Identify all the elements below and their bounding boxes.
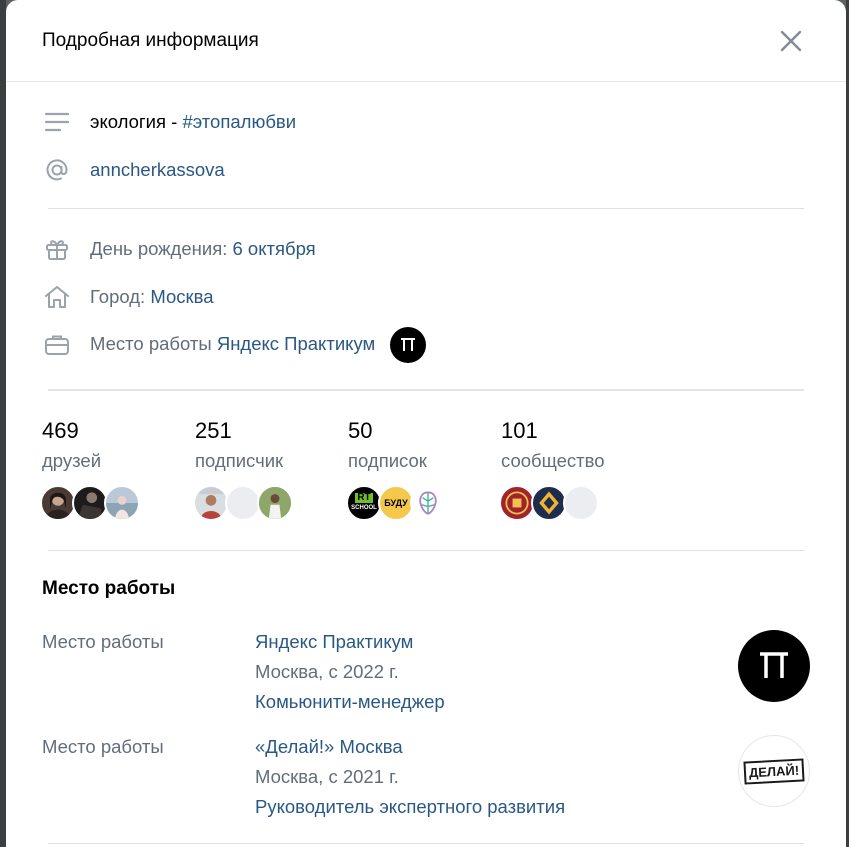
stat-count: 251 (195, 418, 232, 443)
birthday-row: День рождения: 6 октября (42, 234, 316, 264)
divider (48, 389, 804, 391)
status-lines-icon (42, 107, 72, 137)
profile-details-modal: Подробная информация экология - #этопалю… (6, 0, 846, 847)
stat-subscriptions[interactable]: 50 подписок (348, 418, 427, 472)
avatar (72, 485, 108, 521)
job-city-years: Москва, с 2021 г. (255, 766, 399, 787)
close-button[interactable] (778, 28, 804, 54)
status-row: экология - #этопалюбви (42, 107, 296, 137)
job-company-link[interactable]: Яндекс Практикум (255, 627, 445, 657)
city-label: Город: (90, 286, 151, 307)
delay-logo[interactable]: ДЕЛАЙ! (738, 735, 810, 807)
stat-count: 101 (501, 418, 538, 443)
job-details: Яндекс Практикум Москва, с 2022 г. Комью… (255, 627, 445, 717)
city-row: Город: Москва (42, 282, 214, 312)
at-sign-icon (42, 155, 72, 185)
avatar (225, 485, 261, 521)
status-text-plain: экология - (90, 111, 183, 132)
work-text: Место работы Яндекс Практикум (90, 327, 427, 363)
stat-label: сообщество (501, 450, 605, 471)
birthday-text: День рождения: 6 октября (90, 238, 316, 260)
job-position-link[interactable]: Руководитель экспертного развития (255, 792, 565, 822)
modal-header: Подробная информация (6, 0, 846, 82)
work-row: Место работы Яндекс Практикум (42, 327, 427, 363)
avatar (563, 485, 599, 521)
friends-avatars[interactable] (40, 485, 140, 521)
work-section-title: Место работы (42, 578, 176, 599)
nickname-link[interactable]: anncherkassova (90, 159, 225, 181)
yandex-practicum-logo-icon (401, 338, 416, 351)
stat-label: подписок (348, 450, 427, 471)
yandex-practicum-logo-icon (760, 652, 788, 678)
briefcase-icon (42, 330, 72, 360)
rt-school-logo-bottom: SCHOOL (351, 505, 377, 511)
divider (48, 550, 804, 551)
status-text: экология - #этопалюбви (90, 111, 296, 133)
communities-avatars[interactable] (499, 485, 599, 521)
nickname-row: anncherkassova (42, 155, 225, 185)
stat-communities[interactable]: 101 сообщество (501, 418, 605, 472)
home-icon (42, 282, 72, 312)
yandex-practicum-badge[interactable] (390, 327, 427, 363)
divider (48, 208, 804, 209)
close-icon (780, 30, 802, 52)
yandex-practicum-logo[interactable] (738, 630, 810, 702)
job-company-link[interactable]: «Делай!» Москва (255, 732, 565, 762)
avatar-budu: БУДУ (378, 485, 414, 521)
avatar (499, 485, 535, 521)
job-label: Место работы (42, 736, 164, 757)
followers-avatars[interactable] (193, 485, 293, 521)
city-text: Город: Москва (90, 286, 214, 308)
stat-label: подписчик (195, 450, 284, 471)
rt-school-logo-top: RT (355, 492, 373, 503)
stat-count: 50 (348, 418, 373, 443)
avatar-rt-school: RT SCHOOL (346, 485, 382, 521)
birthday-link[interactable]: 6 октября (233, 238, 316, 259)
stat-followers[interactable]: 251 подписчик (195, 418, 283, 472)
delay-logo-text: ДЕЛАЙ! (743, 757, 805, 785)
job-label: Место работы (42, 631, 164, 652)
city-link[interactable]: Москва (150, 286, 213, 307)
avatar (410, 485, 446, 521)
avatar (193, 485, 229, 521)
modal-title: Подробная информация (42, 30, 259, 51)
divider (48, 843, 804, 844)
stat-count: 469 (42, 418, 79, 443)
stat-label: друзей (42, 450, 102, 471)
job-details: «Делай!» Москва Москва, с 2021 г. Руково… (255, 732, 565, 822)
avatar (257, 485, 293, 521)
birthday-label: День рождения: (90, 238, 233, 259)
avatar (40, 485, 76, 521)
work-link[interactable]: Яндекс Практикум (217, 333, 375, 354)
job-city-years: Москва, с 2022 г. (255, 661, 399, 682)
stat-friends[interactable]: 469 друзей (42, 418, 101, 472)
job-position-link[interactable]: Комьюнити-менеджер (255, 687, 445, 717)
work-label: Место работы (90, 332, 217, 354)
avatar (531, 485, 567, 521)
status-hashtag-link[interactable]: #этопалюбви (182, 111, 296, 132)
gift-icon (42, 234, 72, 264)
subscriptions-avatars[interactable]: RT SCHOOL БУДУ (346, 485, 446, 521)
avatar (104, 485, 140, 521)
